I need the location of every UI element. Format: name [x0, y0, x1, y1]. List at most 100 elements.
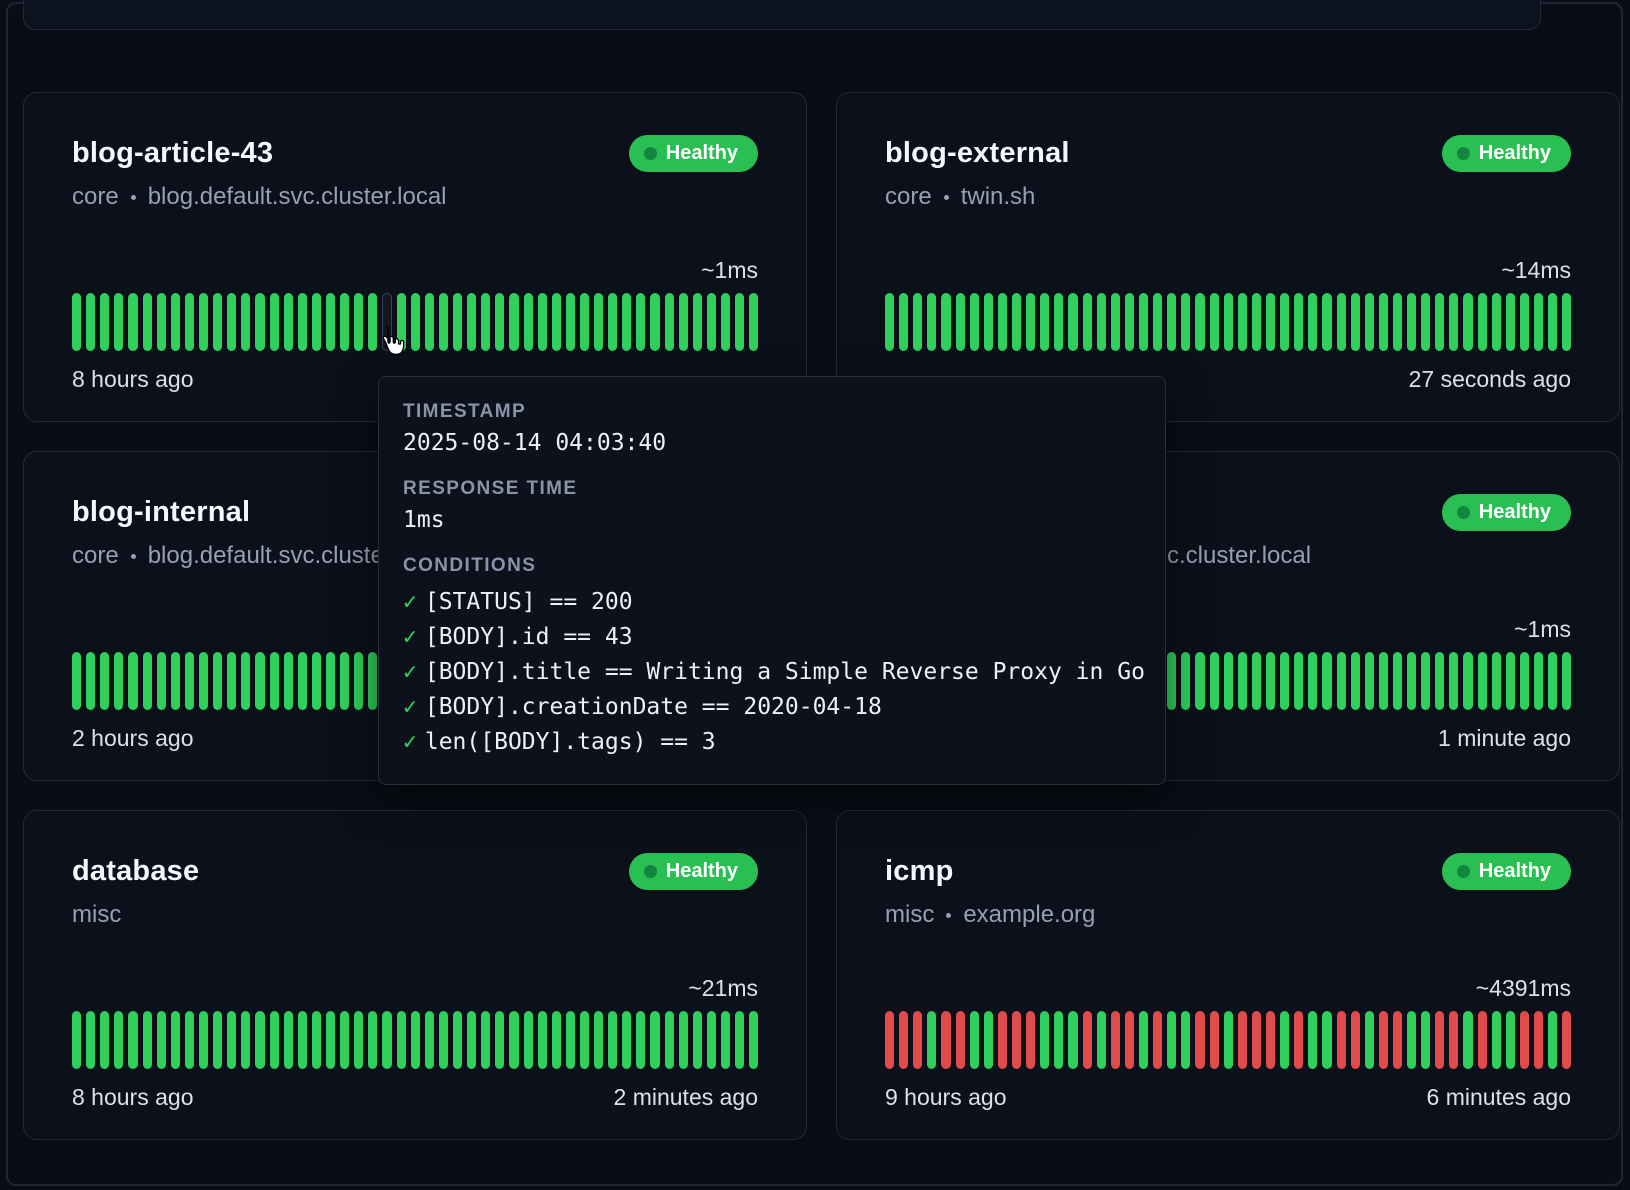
uptime-bar[interactable]	[1393, 652, 1402, 710]
uptime-bar[interactable]	[1478, 1011, 1487, 1069]
uptime-bar[interactable]	[128, 652, 137, 710]
uptime-bar[interactable]	[1407, 652, 1416, 710]
uptime-bar[interactable]	[1097, 293, 1106, 351]
uptime-bar[interactable]	[143, 1011, 152, 1069]
uptime-bar[interactable]	[143, 293, 152, 351]
uptime-bar[interactable]	[1181, 652, 1190, 710]
uptime-bar[interactable]	[998, 1011, 1007, 1069]
uptime-bar[interactable]	[998, 293, 1007, 351]
uptime-bar[interactable]	[241, 1011, 250, 1069]
uptime-bar[interactable]	[1534, 293, 1543, 351]
uptime-bar[interactable]	[1421, 652, 1430, 710]
uptime-bar[interactable]	[1322, 293, 1331, 351]
uptime-bar[interactable]	[270, 293, 279, 351]
uptime-bar[interactable]	[927, 1011, 936, 1069]
uptime-bar[interactable]	[1421, 293, 1430, 351]
uptime-bar[interactable]	[354, 652, 363, 710]
uptime-bar[interactable]	[1167, 1011, 1176, 1069]
uptime-bar[interactable]	[1280, 293, 1289, 351]
uptime-bar[interactable]	[622, 293, 631, 351]
uptime-bar[interactable]	[340, 652, 349, 710]
uptime-bar[interactable]	[199, 293, 208, 351]
uptime-bar[interactable]	[956, 1011, 965, 1069]
uptime-bar[interactable]	[425, 293, 434, 351]
uptime-bar[interactable]	[1365, 652, 1374, 710]
uptime-bar[interactable]	[1478, 293, 1487, 351]
uptime-bar[interactable]	[213, 1011, 222, 1069]
uptime-bar[interactable]	[941, 1011, 950, 1069]
uptime-bar[interactable]	[425, 1011, 434, 1069]
uptime-bar[interactable]	[1379, 293, 1388, 351]
uptime-bar[interactable]	[735, 1011, 744, 1069]
uptime-bar[interactable]	[1534, 1011, 1543, 1069]
uptime-bar[interactable]	[524, 1011, 533, 1069]
uptime-bar[interactable]	[665, 293, 674, 351]
uptime-bar[interactable]	[636, 1011, 645, 1069]
uptime-bar[interactable]	[1153, 293, 1162, 351]
uptime-bar[interactable]	[1492, 652, 1501, 710]
uptime-bar[interactable]	[970, 293, 979, 351]
uptime-bar[interactable]	[86, 652, 95, 710]
uptime-bar[interactable]	[1337, 293, 1346, 351]
uptime-bar[interactable]	[1506, 652, 1515, 710]
uptime-bar[interactable]	[1308, 652, 1317, 710]
uptime-bar[interactable]	[1125, 293, 1134, 351]
uptime-bar[interactable]	[721, 1011, 730, 1069]
uptime-bar[interactable]	[1308, 1011, 1317, 1069]
uptime-bar[interactable]	[899, 1011, 908, 1069]
uptime-bar[interactable]	[1195, 1011, 1204, 1069]
uptime-bar[interactable]	[114, 1011, 123, 1069]
uptime-bar[interactable]	[566, 293, 575, 351]
uptime-bar[interactable]	[1068, 293, 1077, 351]
uptime-bar[interactable]	[1139, 1011, 1148, 1069]
uptime-bar[interactable]	[114, 652, 123, 710]
uptime-bar[interactable]	[1478, 652, 1487, 710]
uptime-bar[interactable]	[114, 293, 123, 351]
uptime-bar[interactable]	[693, 1011, 702, 1069]
uptime-bar[interactable]	[1351, 1011, 1360, 1069]
uptime-bar[interactable]	[1040, 1011, 1049, 1069]
uptime-bar[interactable]	[707, 293, 716, 351]
uptime-bar[interactable]	[1463, 652, 1472, 710]
uptime-bar[interactable]	[227, 293, 236, 351]
uptime-bar[interactable]	[538, 293, 547, 351]
uptime-bar[interactable]	[1111, 1011, 1120, 1069]
uptime-bar-chart[interactable]	[72, 1011, 758, 1069]
uptime-bar[interactable]	[354, 1011, 363, 1069]
uptime-bar[interactable]	[1238, 293, 1247, 351]
uptime-bar[interactable]	[885, 293, 894, 351]
uptime-bar[interactable]	[622, 1011, 631, 1069]
uptime-bar[interactable]	[1393, 293, 1402, 351]
uptime-bar[interactable]	[199, 1011, 208, 1069]
uptime-bar[interactable]	[984, 1011, 993, 1069]
uptime-bar[interactable]	[326, 652, 335, 710]
uptime-bar[interactable]	[749, 1011, 758, 1069]
uptime-bar[interactable]	[552, 1011, 561, 1069]
uptime-bar[interactable]	[255, 652, 264, 710]
uptime-bar[interactable]	[128, 293, 137, 351]
uptime-bar[interactable]	[1252, 293, 1261, 351]
uptime-bar[interactable]	[899, 293, 908, 351]
uptime-bar[interactable]	[1506, 1011, 1515, 1069]
uptime-bar[interactable]	[1026, 293, 1035, 351]
uptime-bar[interactable]	[199, 652, 208, 710]
endpoint-card[interactable]: blog-external Healthy core twin.sh ~14ms…	[836, 92, 1620, 422]
uptime-bar[interactable]	[913, 293, 922, 351]
uptime-bar[interactable]	[86, 1011, 95, 1069]
uptime-bar[interactable]	[1534, 652, 1543, 710]
uptime-bar[interactable]	[298, 293, 307, 351]
uptime-bar[interactable]	[970, 1011, 979, 1069]
uptime-bar[interactable]	[735, 293, 744, 351]
uptime-bar[interactable]	[1040, 293, 1049, 351]
uptime-bar[interactable]	[354, 293, 363, 351]
uptime-bar[interactable]	[885, 1011, 894, 1069]
uptime-bar[interactable]	[1224, 1011, 1233, 1069]
uptime-bar[interactable]	[1224, 652, 1233, 710]
uptime-bar[interactable]	[411, 1011, 420, 1069]
uptime-bar[interactable]	[1195, 652, 1204, 710]
uptime-bar[interactable]	[1562, 293, 1571, 351]
uptime-bar[interactable]	[1181, 1011, 1190, 1069]
uptime-bar[interactable]	[580, 1011, 589, 1069]
uptime-bar[interactable]	[270, 652, 279, 710]
uptime-bar[interactable]	[284, 293, 293, 351]
